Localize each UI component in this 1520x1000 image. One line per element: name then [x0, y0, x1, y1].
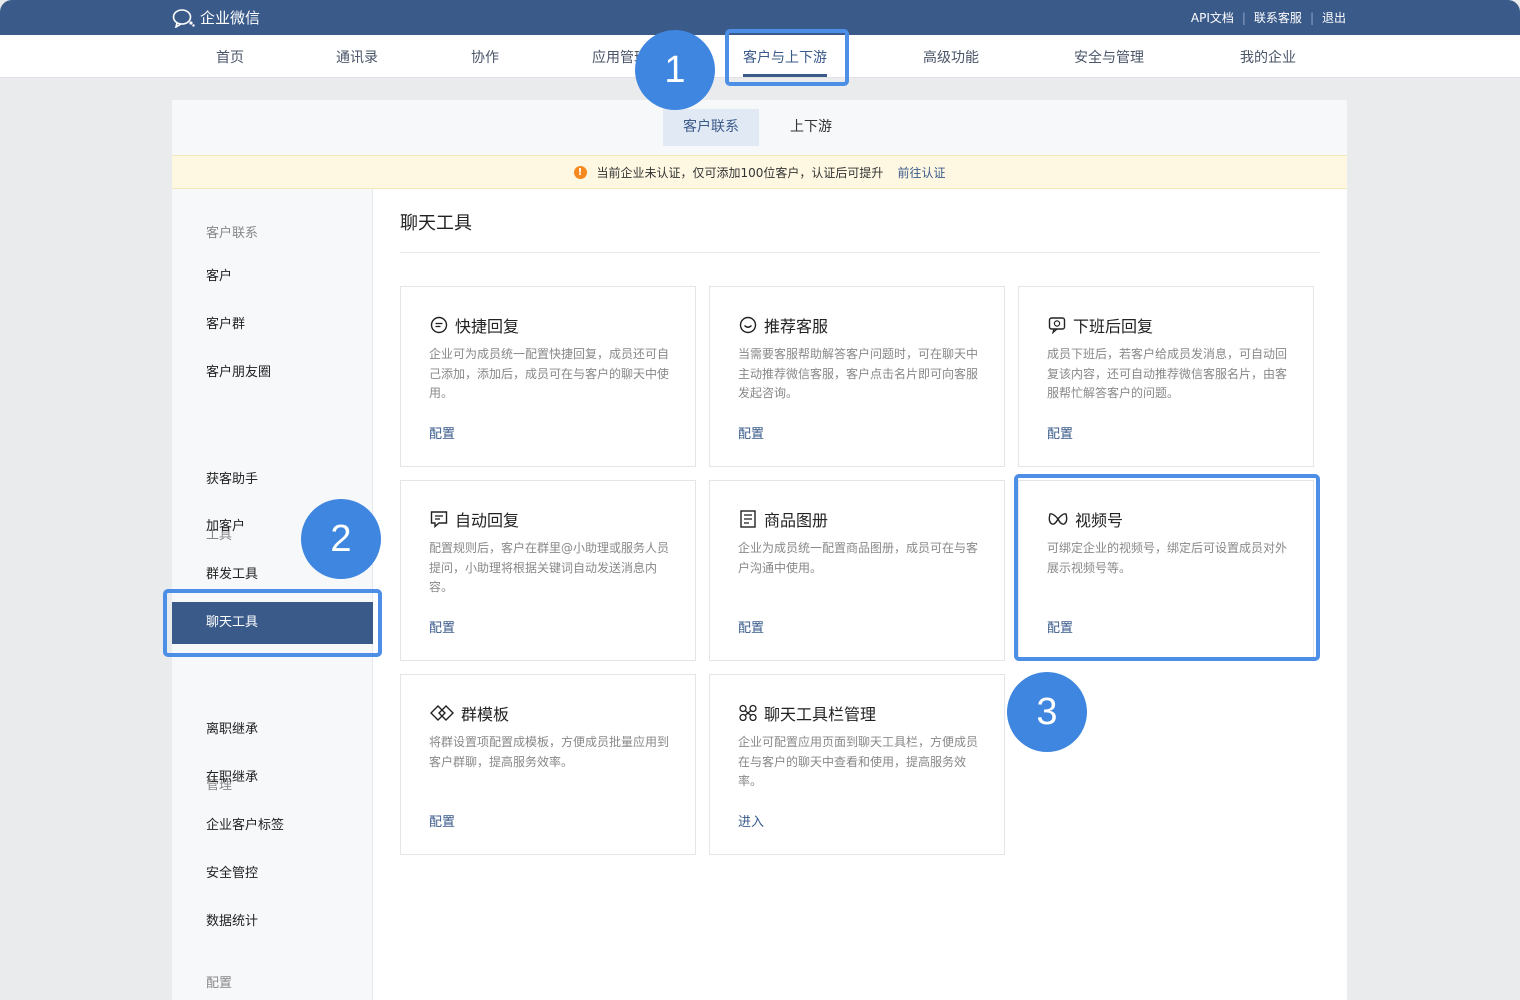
card-desc: 将群设置项配置成模板，方便成员批量应用到客户群聊，提高服务效率。 [429, 735, 670, 769]
nav-collaboration[interactable]: 协作 [471, 47, 499, 67]
card-title: 聊天工具栏管理 [764, 705, 877, 724]
tab-customer-contact[interactable]: 客户联系 [663, 109, 759, 146]
card-recommend-service: 推荐客服 当需要客服帮助解答客户问题时，可在聊天中主动推荐微信客服，客户点击名片… [709, 286, 1005, 467]
configure-link[interactable]: 配置 [1047, 617, 1073, 636]
card-group-template: 群模板 将群设置项配置成模板，方便成员批量应用到客户群聊，提高服务效率。 配置 [400, 674, 696, 855]
go-verify-link[interactable]: 前往认证 [897, 164, 945, 181]
configure-link[interactable]: 配置 [429, 811, 455, 830]
sidebar-group-config: 配置 [206, 976, 233, 991]
configure-link[interactable]: 配置 [429, 617, 455, 636]
step-badge-1: 1 [635, 30, 715, 110]
card-title: 自动回复 [455, 511, 520, 530]
auto-reply-icon [430, 511, 448, 528]
divider [400, 252, 1320, 253]
sidebar: 客户联系 客户 客户群 客户朋友圈 工具 获客助手 加客户 群发工具 聊天工具 … [172, 189, 373, 1000]
nav-advanced[interactable]: 高级功能 [923, 47, 979, 67]
nav-my-enterprise[interactable]: 我的企业 [1240, 47, 1296, 67]
configure-link[interactable]: 配置 [738, 617, 764, 636]
quick-reply-icon [430, 316, 448, 334]
sidebar-item-customer-groups[interactable]: 客户群 [172, 304, 373, 346]
page-title: 聊天工具 [400, 213, 472, 234]
card-title: 快捷回复 [455, 317, 520, 336]
after-work-reply-icon [1048, 317, 1066, 334]
sidebar-item-security-control[interactable]: 安全管控 [172, 853, 373, 895]
card-title: 下班后回复 [1073, 317, 1154, 336]
sidebar-item-customers[interactable]: 客户 [172, 256, 373, 298]
notice-text: 当前企业未认证，仅可添加100位客户，认证后可提升 [596, 165, 884, 180]
card-title: 群模板 [461, 705, 510, 724]
channels-icon [1048, 513, 1068, 525]
api-docs-link[interactable]: API文档 [1191, 9, 1234, 26]
verification-notice: ! 当前企业未认证，仅可添加100位客户，认证后可提升 前往认证 [172, 155, 1347, 189]
card-desc: 企业为成员统一配置商品图册，成员可在与客户沟通中使用。 [738, 541, 979, 575]
card-title: 推荐客服 [764, 317, 829, 336]
sidebar-item-moments[interactable]: 客户朋友圈 [172, 352, 373, 394]
nav-customers-partners[interactable]: 客户与上下游 [743, 47, 827, 77]
sidebar-item-onjob-transfer[interactable]: 在职继承 [172, 757, 373, 799]
nav-home[interactable]: 首页 [216, 47, 244, 67]
card-desc: 可绑定企业的视频号，绑定后可设置成员对外展示视频号等。 [1047, 541, 1288, 575]
sidebar-item-customer-tags[interactable]: 企业客户标签 [172, 805, 373, 847]
logout-link[interactable]: 退出 [1322, 9, 1346, 26]
nav-contacts[interactable]: 通讯录 [336, 47, 378, 67]
card-channels: 视频号 可绑定企业的视频号，绑定后可设置成员对外展示视频号等。 配置 [1018, 480, 1314, 661]
divider: | [1241, 10, 1246, 25]
configure-link[interactable]: 配置 [1047, 423, 1073, 442]
nav-security[interactable]: 安全与管理 [1074, 47, 1144, 67]
card-product-album: 商品图册 企业为成员统一配置商品图册，成员可在与客户沟通中使用。 配置 [709, 480, 1005, 661]
main-nav: 首页 通讯录 协作 应用管理 客户与上下游 高级功能 安全与管理 我的企业 [0, 35, 1520, 78]
card-desc: 企业可为成员统一配置快捷回复，成员还可自己添加，添加后，成员可在与客户的聊天中使… [429, 347, 670, 400]
recommend-service-icon [739, 316, 757, 334]
sidebar-item-acquisition[interactable]: 获客助手 [172, 459, 373, 501]
top-bar: 企业微信 API文档 | 联系客服 | 退出 [0, 0, 1520, 35]
step-badge-2: 2 [301, 499, 381, 579]
sidebar-item-chat-tools[interactable]: 聊天工具 [172, 602, 373, 644]
card-auto-reply: 自动回复 配置规则后，客户在群里@小助理或服务人员提问，小助理将根据关键词自动发… [400, 480, 696, 661]
top-links: API文档 | 联系客服 | 退出 [1191, 9, 1346, 26]
logo[interactable]: 企业微信 [172, 7, 260, 28]
card-desc: 配置规则后，客户在群里@小助理或服务人员提问，小助理将根据关键词自动发送消息内容… [429, 541, 670, 594]
contact-support-link[interactable]: 联系客服 [1254, 9, 1302, 26]
card-after-work-reply: 下班后回复 成员下班后，若客户给成员发消息，可自动回复该内容，还可自动推荐微信客… [1018, 286, 1314, 467]
configure-link[interactable]: 配置 [429, 423, 455, 442]
tab-upstream-downstream[interactable]: 上下游 [770, 109, 852, 146]
product-album-icon [740, 510, 756, 528]
toolbar-manage-icon [739, 704, 757, 722]
card-title: 视频号 [1075, 511, 1124, 530]
step-badge-3: 3 [1007, 672, 1087, 752]
divider: | [1309, 10, 1314, 25]
wecom-logo-icon [172, 8, 195, 28]
configure-link[interactable]: 配置 [738, 423, 764, 442]
card-desc: 当需要客服帮助解答客户问题时，可在聊天中主动推荐微信客服，客户点击名片即可向客服… [738, 347, 979, 400]
sidebar-item-resigned-transfer[interactable]: 离职继承 [172, 709, 373, 751]
group-template-icon [430, 705, 454, 721]
card-desc: 成员下班后，若客户给成员发消息，可自动回复该内容，还可自动推荐微信客服名片，由客… [1047, 347, 1288, 400]
card-title: 商品图册 [764, 511, 829, 530]
enter-link[interactable]: 进入 [738, 811, 764, 830]
card-quick-reply: 快捷回复 企业可为成员统一配置快捷回复，成员还可自己添加，添加后，成员可在与客户… [400, 286, 696, 467]
logo-text: 企业微信 [200, 9, 261, 27]
warning-icon: ! [573, 165, 587, 179]
card-desc: 企业可配置应用页面到聊天工具栏，方便成员在与客户的聊天中查看和使用，提高服务效率… [738, 735, 979, 788]
sidebar-item-statistics[interactable]: 数据统计 [172, 901, 373, 943]
card-toolbar-manage: 聊天工具栏管理 企业可配置应用页面到聊天工具栏，方便成员在与客户的聊天中查看和使… [709, 674, 1005, 855]
sidebar-group-customer-contact: 客户联系 [206, 226, 259, 241]
sub-tabs: 客户联系 上下游 [172, 100, 1347, 155]
